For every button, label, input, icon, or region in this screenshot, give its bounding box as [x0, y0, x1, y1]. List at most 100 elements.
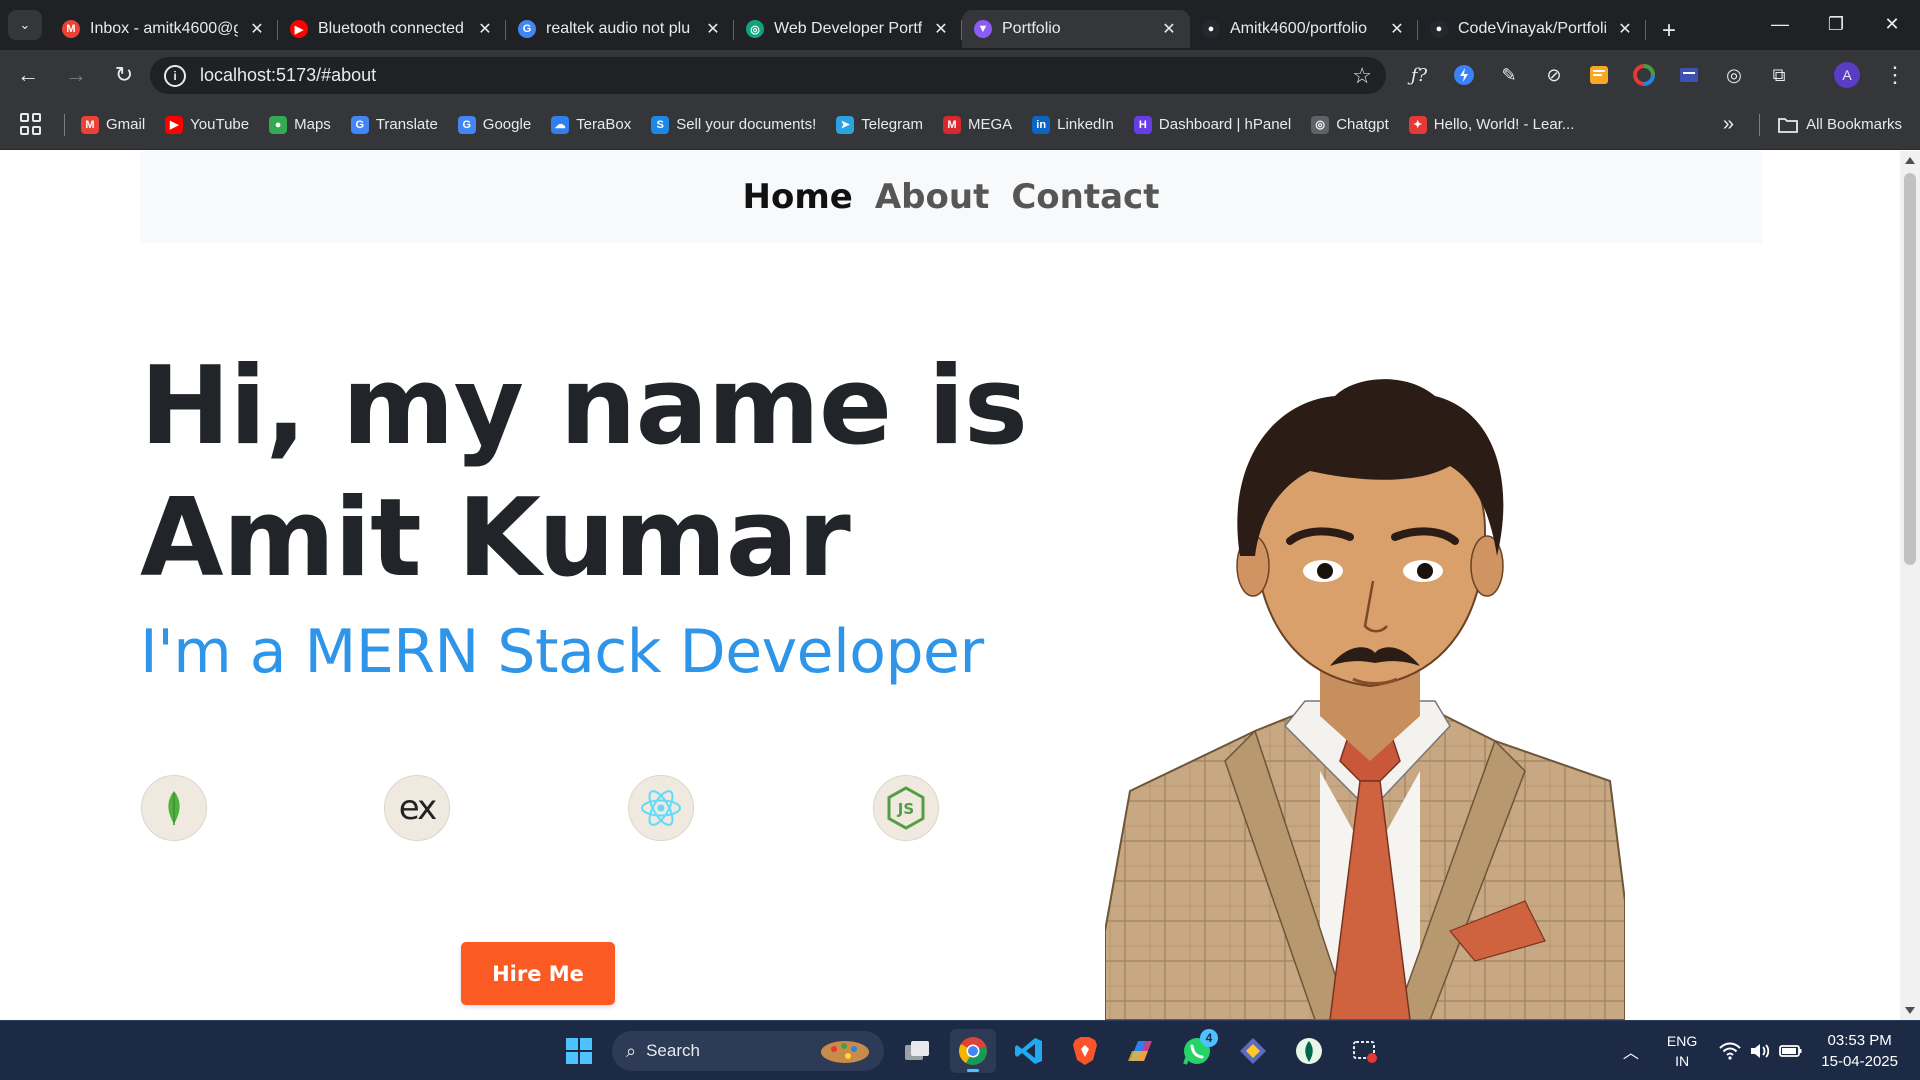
- new-tab-button[interactable]: +: [1652, 14, 1686, 48]
- bookmark-item[interactable]: in LinkedIn: [1032, 115, 1114, 134]
- eyedropper-extension-icon[interactable]: ✎: [1494, 60, 1524, 90]
- browser-tab[interactable]: ● CodeVinayak/Portfoli ✕: [1418, 10, 1646, 48]
- brave-taskbar-icon[interactable]: [1062, 1029, 1108, 1073]
- bookmark-star-icon[interactable]: ☆: [1352, 63, 1372, 89]
- scroll-up-arrow-icon[interactable]: [1905, 157, 1915, 164]
- bookmark-item[interactable]: ◎ Chatgpt: [1311, 115, 1389, 134]
- show-hidden-icons-chevron-icon[interactable]: ︿: [1623, 1039, 1639, 1063]
- github-icon: ●: [1202, 20, 1220, 38]
- site-info-icon[interactable]: i: [164, 64, 186, 87]
- browser-tab[interactable]: M Inbox - amitk4600@g ✕: [50, 10, 278, 48]
- apps-grid-icon[interactable]: [20, 112, 44, 137]
- hero-greeting: Hi, my name is: [140, 344, 1028, 469]
- google-icon: G: [518, 20, 536, 38]
- bookmark-item[interactable]: ☁ TeraBox: [551, 115, 631, 134]
- back-button[interactable]: ←: [8, 55, 48, 95]
- task-view-icon[interactable]: [894, 1029, 940, 1073]
- wifi-icon[interactable]: [1719, 1042, 1741, 1060]
- bolt-extension-icon[interactable]: [1449, 60, 1479, 90]
- tab-title: Amitk4600/portfolio: [1230, 20, 1367, 37]
- restore-button[interactable]: ❐: [1808, 0, 1864, 48]
- active-app-indicator: [967, 1069, 979, 1072]
- bookmark-item[interactable]: ✦ Hello, World! - Lear...: [1408, 115, 1574, 134]
- close-tab-icon[interactable]: ✕: [704, 19, 722, 39]
- browser-tab[interactable]: ● Amitk4600/portfolio ✕: [1190, 10, 1418, 48]
- all-bookmarks-label: All Bookmarks: [1806, 116, 1902, 133]
- scrollbar-thumb[interactable]: [1904, 173, 1916, 565]
- scroll-down-arrow-icon[interactable]: [1905, 1007, 1915, 1014]
- learn-icon: ✦: [1408, 115, 1427, 134]
- close-window-button[interactable]: ✕: [1864, 0, 1920, 48]
- language-code: ENG: [1666, 1033, 1698, 1049]
- taskbar-clock[interactable]: 03:53 PM 15-04-2025: [1821, 1030, 1898, 1072]
- close-tab-icon[interactable]: ✕: [1616, 19, 1634, 39]
- fonts-ninja-extension-icon[interactable]: ƒ?: [1404, 60, 1434, 90]
- bookmark-item[interactable]: S Sell your documents!: [651, 115, 817, 134]
- bookmark-item[interactable]: ● Maps: [269, 115, 331, 134]
- close-tab-icon[interactable]: ✕: [932, 19, 950, 39]
- nodejs-icon-text: JS: [897, 800, 914, 818]
- tab-title: Bluetooth connected: [318, 20, 464, 37]
- bookmark-item[interactable]: ▶ YouTube: [165, 115, 249, 134]
- browser-menu-icon[interactable]: ⋮: [1880, 60, 1910, 90]
- compass-extension-icon[interactable]: ⊘: [1539, 60, 1569, 90]
- forward-button[interactable]: →: [56, 55, 96, 95]
- bookmark-label: Chatgpt: [1336, 116, 1389, 133]
- bookmark-item[interactable]: G Google: [457, 115, 531, 134]
- reload-button[interactable]: ↻: [104, 55, 144, 95]
- nav-contact-link[interactable]: Contact: [1011, 177, 1159, 217]
- nav-home-link[interactable]: Home: [743, 177, 853, 217]
- tab-strip: ⌄ M Inbox - amitk4600@g ✕ ▶ Bluetooth connec…: [0, 0, 1920, 50]
- bookmark-item[interactable]: ➤ Telegram: [836, 115, 923, 134]
- address-url[interactable]: localhost:5173/#about: [200, 65, 376, 86]
- close-tab-icon[interactable]: ✕: [248, 19, 266, 39]
- bookmark-item[interactable]: H Dashboard | hPanel: [1133, 115, 1291, 134]
- bookmark-label: Sell your documents!: [676, 116, 817, 133]
- bookmark-item[interactable]: M Gmail: [81, 115, 145, 134]
- windows-start-icon[interactable]: [556, 1029, 602, 1073]
- chrome-taskbar-icon[interactable]: [950, 1029, 996, 1073]
- youtube-icon: ▶: [290, 20, 308, 38]
- region-code: IN: [1675, 1053, 1690, 1069]
- tab-list: M Inbox - amitk4600@g ✕ ▶ Bluetooth connecte…: [50, 6, 1686, 50]
- browser-tab[interactable]: Grealtek audio not plu ✕: [506, 10, 734, 48]
- mongodb-icon: [141, 775, 207, 841]
- profile-avatar[interactable]: A: [1834, 62, 1860, 88]
- close-tab-icon[interactable]: ✕: [1160, 19, 1178, 39]
- bookmark-item[interactable]: G Translate: [350, 115, 438, 134]
- nav-about-link[interactable]: About: [875, 177, 989, 217]
- git-tool-taskbar-icon[interactable]: [1230, 1029, 1276, 1073]
- close-tab-icon[interactable]: ✕: [476, 19, 494, 39]
- mongodb-compass-taskbar-icon[interactable]: [1286, 1029, 1332, 1073]
- language-indicator[interactable]: ENG IN: [1667, 1031, 1697, 1071]
- close-tab-icon[interactable]: ✕: [1388, 19, 1406, 39]
- all-bookmarks-button[interactable]: All Bookmarks: [1778, 116, 1902, 134]
- notes-extension-icon[interactable]: [1584, 60, 1614, 90]
- vscode-taskbar-icon[interactable]: [1006, 1029, 1052, 1073]
- page-viewport: Home About Contact Hi, my name is Amit K…: [0, 151, 1900, 1020]
- volume-icon[interactable]: [1749, 1042, 1771, 1060]
- window-resizer-extension-icon[interactable]: [1674, 60, 1704, 90]
- browser-tab[interactable]: ◎ Web Developer Portf ✕: [734, 10, 962, 48]
- more-bookmarks-chevron-icon[interactable]: »: [1723, 113, 1734, 136]
- browser-tab[interactable]: ▶ Bluetooth connected ✕: [278, 10, 506, 48]
- copilot-taskbar-icon[interactable]: [1118, 1029, 1164, 1073]
- extensions-puzzle-icon[interactable]: ⧉: [1764, 60, 1794, 90]
- battery-icon[interactable]: [1779, 1042, 1803, 1060]
- hire-me-button[interactable]: Hire Me: [461, 942, 615, 1005]
- snipping-tool-taskbar-icon[interactable]: [1342, 1029, 1388, 1073]
- search-icon: ⌕: [626, 1040, 637, 1061]
- address-bar[interactable]: i localhost:5173/#about ☆: [150, 57, 1386, 94]
- browser-toolbar: ← → ↻ i localhost:5173/#about ☆ ƒ? ✎ ⊘ ◎…: [0, 50, 1920, 100]
- page-scrollbar[interactable]: [1900, 151, 1920, 1020]
- taskbar-search-box[interactable]: ⌕ Search: [612, 1031, 884, 1071]
- target-extension-icon[interactable]: ◎: [1719, 60, 1749, 90]
- whatsapp-taskbar-icon[interactable]: 4: [1174, 1029, 1220, 1073]
- gmail-icon: M: [62, 20, 80, 38]
- browser-tab[interactable]: ▼ Portfolio ✕: [962, 10, 1190, 48]
- bookmark-item[interactable]: M MEGA: [942, 115, 1012, 134]
- terabox-icon: ☁: [551, 115, 570, 134]
- color-picker-extension-icon[interactable]: [1629, 60, 1659, 90]
- tab-search-button[interactable]: ⌄: [8, 10, 42, 40]
- minimize-button[interactable]: —: [1752, 0, 1808, 48]
